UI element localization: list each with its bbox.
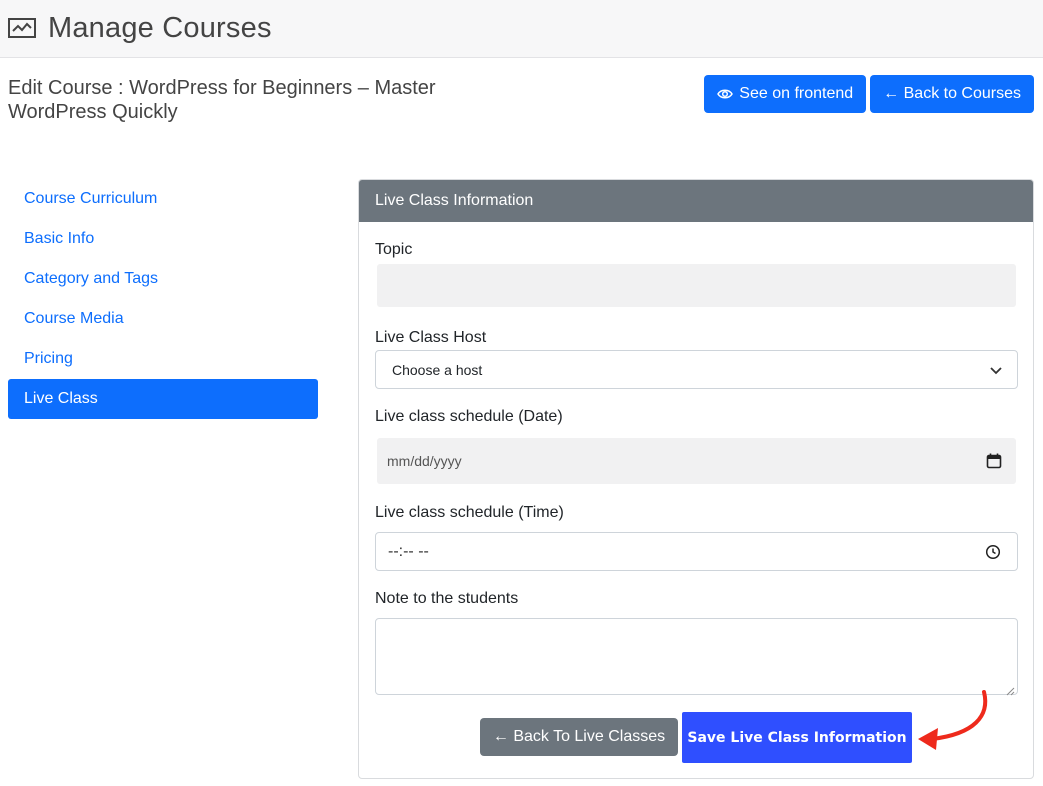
host-select-value: Choose a host [392,361,483,378]
time-placeholder: --:-- -- [388,542,429,560]
sidebar: Course Curriculum Basic Info Category an… [8,179,318,419]
back-to-live-classes-label: ← Back To Live Classes [492,728,666,745]
edit-course-title: Edit Course : WordPress for Beginners – … [8,77,436,123]
sidebar-item-label: Category and Tags [24,270,159,287]
sidebar-item-label: Course Curriculum [24,190,158,207]
eye-icon [717,87,734,101]
time-label: Live class schedule (Time) [375,504,564,521]
date-input[interactable]: mm/dd/yyyy [377,438,1016,484]
time-input[interactable]: --:-- -- [375,532,1018,571]
top-actions: See on frontend ← Back to Courses [704,75,1034,113]
host-select[interactable]: Choose a host [375,350,1018,389]
sidebar-item-category-and-tags[interactable]: Category and Tags [8,259,318,299]
host-label: Live Class Host [375,329,487,346]
note-textarea[interactable] [375,618,1018,696]
see-on-frontend-label: See on frontend [739,85,854,102]
sidebar-item-label: Pricing [24,350,73,367]
top-header: Manage Courses [0,0,1043,58]
page: Manage Courses Edit Course : WordPress f… [0,0,1043,786]
calendar-icon[interactable] [986,453,1002,469]
see-on-frontend-button[interactable]: See on frontend [704,75,867,113]
resize-handle-icon[interactable] [1006,683,1015,696]
card-header: Live Class Information [359,180,1033,222]
back-to-courses-button[interactable]: ← Back to Courses [870,75,1034,113]
topic-label: Topic [375,241,413,258]
topic-input[interactable] [377,264,1016,307]
sidebar-item-course-curriculum[interactable]: Course Curriculum [8,179,318,219]
save-live-class-label: Save Live Class Information [687,729,907,746]
page-title: Manage Courses [48,12,272,44]
date-placeholder: mm/dd/yyyy [387,453,462,469]
back-to-live-classes-button[interactable]: ← Back To Live Classes [480,718,678,756]
sidebar-item-course-media[interactable]: Course Media [8,299,318,339]
sidebar-item-live-class[interactable]: Live Class [8,379,318,419]
chevron-down-icon [989,363,1003,377]
sidebar-item-label: Live Class [24,390,98,407]
clock-icon[interactable] [985,544,1001,560]
save-live-class-button[interactable]: Save Live Class Information [682,712,912,763]
chart-icon [8,17,38,41]
date-label: Live class schedule (Date) [375,408,563,425]
back-to-courses-label: ← Back to Courses [883,85,1021,102]
sidebar-item-label: Course Media [24,310,124,327]
sidebar-item-label: Basic Info [24,230,95,247]
sidebar-item-pricing[interactable]: Pricing [8,339,318,379]
note-label: Note to the students [375,590,519,607]
annotation-arrow-icon [918,690,988,750]
sidebar-item-basic-info[interactable]: Basic Info [8,219,318,259]
